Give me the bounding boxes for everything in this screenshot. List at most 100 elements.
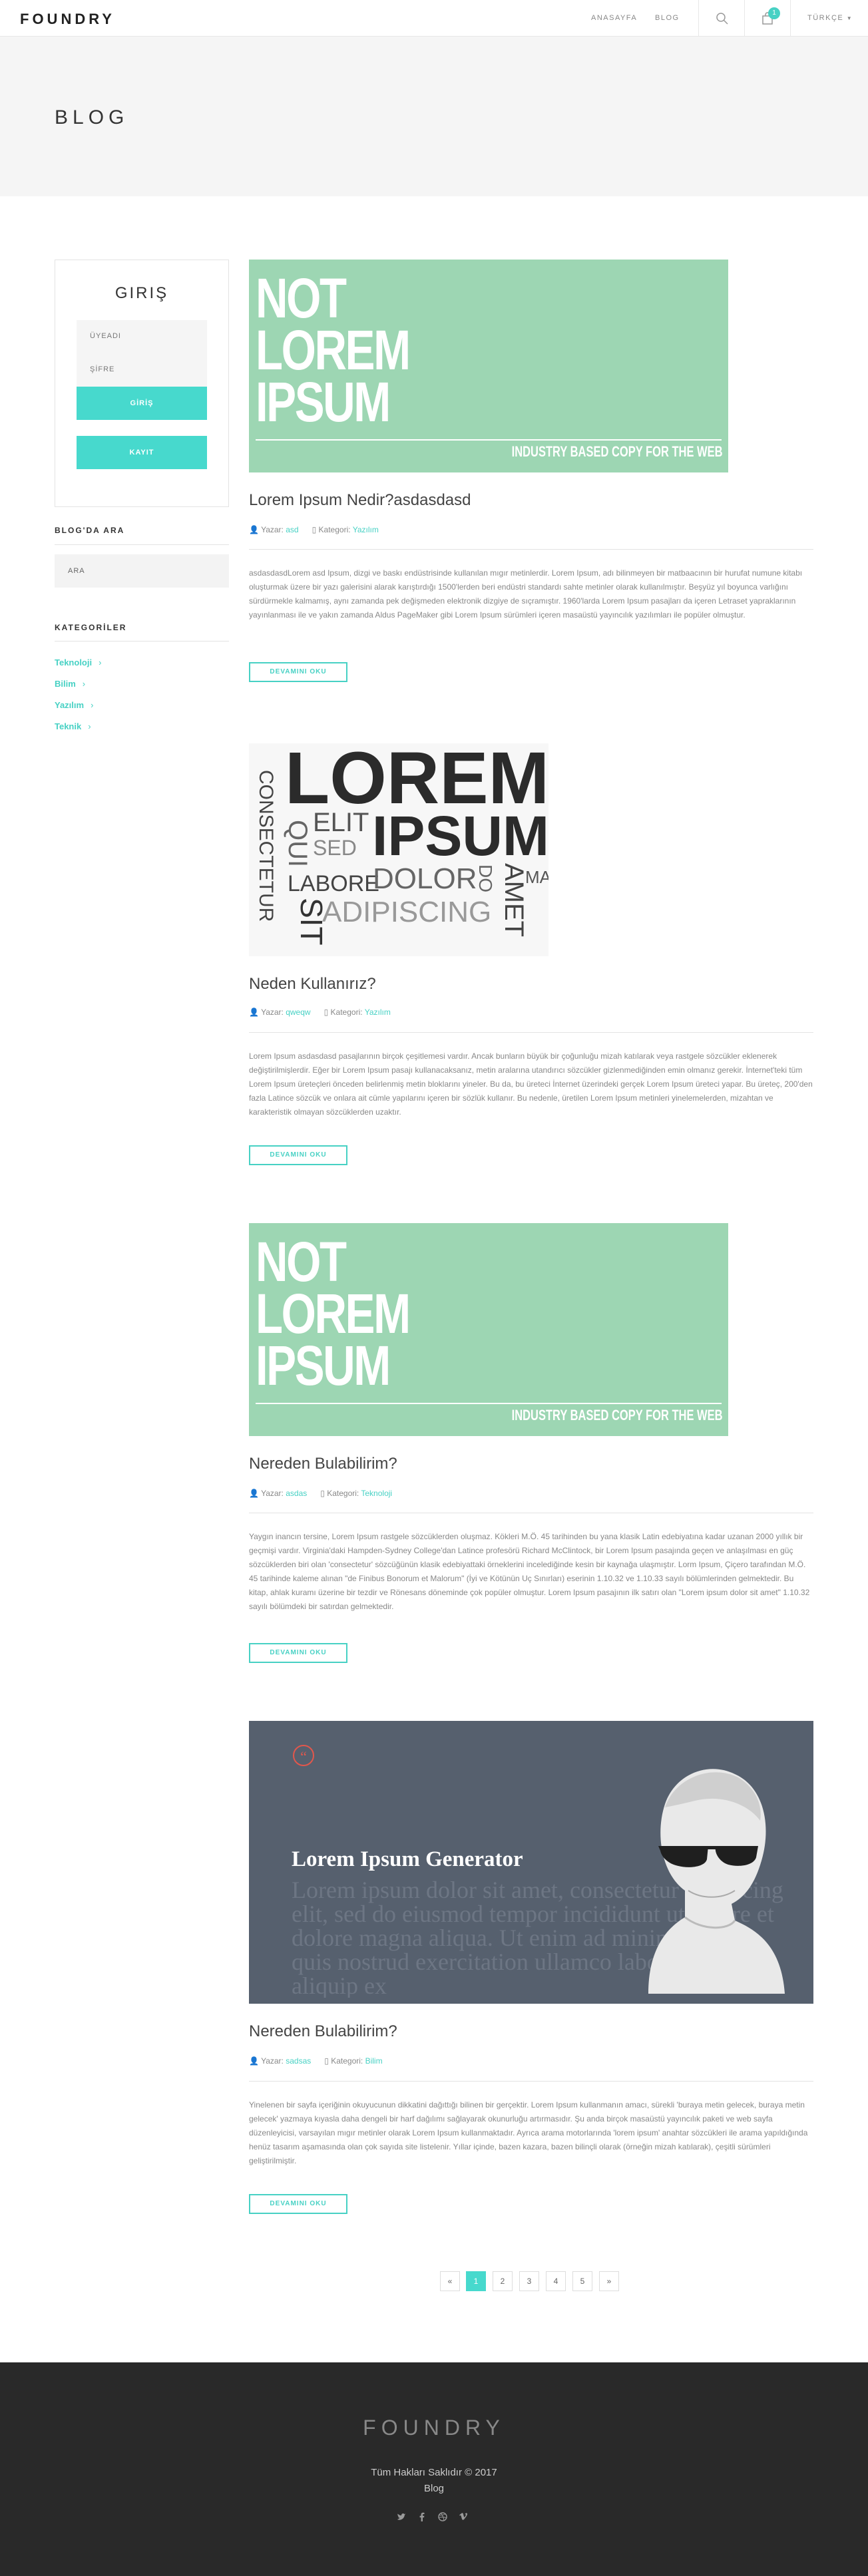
chevron-down-icon: ▼ — [846, 15, 853, 21]
post-image[interactable]: “ Lorem Ipsum Generator Lorem ipsum dolo… — [249, 1721, 813, 2004]
image-text: NOT — [256, 1230, 347, 1293]
category-link[interactable]: Teknoloji — [361, 1489, 392, 1498]
word-sed: SED — [313, 836, 357, 860]
image-tagline: INDUSTRY BASED COPY FOR THE WEB — [512, 1407, 723, 1423]
user-icon: 👤 — [249, 1489, 259, 1498]
post-excerpt: asdasdasdLorem asd Ipsum, dizgi ve baskı… — [249, 568, 803, 620]
author-link[interactable]: asdas — [286, 1489, 307, 1498]
word-adipiscing: ADIPISCING — [322, 896, 491, 928]
user-icon: 👤 — [249, 525, 259, 534]
footer-logo[interactable]: FOUNDRY — [0, 2416, 868, 2440]
user-icon: 👤 — [249, 1008, 259, 1017]
post-image[interactable]: NOT LOREM IPSUM INDUSTRY BASED COPY FOR … — [249, 1223, 728, 1436]
post-title[interactable]: Neden Kullanırız? — [249, 975, 376, 994]
pagination-page-4[interactable]: 4 — [546, 2271, 566, 2291]
register-button[interactable]: KAYIT — [77, 436, 207, 469]
read-more-button[interactable]: DEVAMINI OKU — [249, 2194, 347, 2214]
word-qui: QUI — [283, 820, 312, 867]
login-button[interactable]: GİRİŞ — [77, 387, 207, 420]
image-tagline: INDUSTRY BASED COPY FOR THE WEB — [512, 443, 723, 460]
image-text: IPSUM — [256, 371, 391, 433]
author-link[interactable]: qweqw — [286, 1008, 310, 1017]
category-link-teknoloji[interactable]: Teknoloji › — [55, 657, 101, 667]
image-rule — [256, 1403, 722, 1404]
post-excerpt: Yaygın inancın tersine, Lorem Ipsum rast… — [249, 1532, 810, 1611]
word-elit: ELIT — [313, 808, 369, 837]
word-dolor: DOLOR — [373, 862, 477, 895]
password-field[interactable]: ŞİFRE — [77, 353, 207, 387]
divider — [55, 544, 229, 545]
post-excerpt: Yinelenen bir sayfa içeriğinin okuyucunu… — [249, 2100, 808, 2165]
post-meta: 👤 Yazar: sadsas ▯ Kategori: Bilim — [249, 2056, 383, 2066]
post-meta: 👤 Yazar: asdas ▯ Kategori: Teknoloji — [249, 1489, 393, 1498]
page-title: BLOG — [55, 106, 129, 128]
read-more-button[interactable]: DEVAMINI OKU — [249, 1145, 347, 1165]
chevron-right-icon: › — [88, 721, 91, 731]
post-meta: 👤 Yazar: qweqw ▯ Kategori: Yazılım — [249, 1008, 391, 1017]
vimeo-icon[interactable] — [457, 2512, 470, 2525]
category-link[interactable]: Yazılım — [353, 525, 379, 534]
nav-link-blog[interactable]: BLOG — [655, 14, 680, 22]
login-widget: GIRIŞ ÜYEADI ŞİFRE GİRİŞ KAYIT — [55, 260, 229, 507]
read-more-button[interactable]: DEVAMINI OKU — [249, 662, 347, 682]
cart-count-badge: 1 — [768, 7, 780, 19]
nav-link-home[interactable]: ANASAYFA — [591, 14, 637, 22]
image-rule — [256, 439, 722, 441]
twitter-icon[interactable] — [395, 2512, 408, 2525]
post-meta: 👤 Yazar: asd ▯ Kategori: Yazılım — [249, 525, 379, 534]
facebook-icon[interactable] — [415, 2512, 429, 2525]
category-link-yazilim[interactable]: Yazılım › — [55, 700, 93, 710]
post-image[interactable]: NOT LOREM IPSUM INDUSTRY BASED COPY FOR … — [249, 260, 728, 472]
category-link-teknik[interactable]: Teknik › — [55, 721, 91, 731]
post-image[interactable]: LOREM IPSUM CONSECTETUR QUI ELIT SED LAB… — [249, 743, 548, 956]
word-consectetur: CONSECTETUR — [255, 770, 277, 922]
document-icon: ▯ — [324, 1008, 329, 1017]
logo[interactable]: FOUNDRY — [20, 11, 115, 28]
pagination-page-1[interactable]: 1 — [466, 2271, 486, 2291]
word-labore: LABORE — [288, 871, 379, 896]
word-do: DO — [475, 864, 496, 892]
divider — [249, 549, 813, 550]
language-label[interactable]: TÜRKÇE ▼ — [807, 14, 853, 22]
cart-button[interactable] — [744, 0, 790, 37]
image-heading: Lorem Ipsum Generator — [292, 1847, 523, 1871]
post-title[interactable]: Nereden Bulabilirim? — [249, 2022, 397, 2041]
category-link-bilim[interactable]: Bilim › — [55, 679, 85, 689]
author-link[interactable]: sadsas — [286, 2056, 311, 2066]
word-ma: MA — [525, 867, 548, 887]
image-text: IPSUM — [256, 1334, 391, 1397]
pagination-page-3[interactable]: 3 — [519, 2271, 539, 2291]
divider — [249, 1032, 813, 1033]
category-link[interactable]: Yazılım — [365, 1008, 391, 1017]
image-text: NOT — [256, 267, 347, 329]
word-sit: SIT — [294, 898, 329, 946]
pagination-page-5[interactable]: 5 — [572, 2271, 592, 2291]
post-title[interactable]: Lorem Ipsum Nedir?asdasdasd — [249, 491, 471, 510]
post-excerpt: Lorem Ipsum asdasdasd pasajlarının birço… — [249, 1051, 813, 1117]
footer: FOUNDRY Tüm Hakları Saklıdır © 2017 Blog — [0, 2362, 868, 2576]
pagination-prev[interactable]: « — [440, 2271, 460, 2291]
dribbble-icon[interactable] — [436, 2512, 449, 2525]
quote-icon: “ — [293, 1745, 314, 1766]
top-nav: FOUNDRY ANASAYFA BLOG 1 TÜRKÇE ▼ — [0, 0, 868, 37]
search-button[interactable] — [698, 0, 744, 37]
copyright-text: Tüm Hakları Saklıdır © 2017 — [371, 2467, 497, 2478]
image-text: LOREM — [256, 319, 411, 381]
username-field[interactable]: ÜYEADI — [77, 320, 207, 353]
chevron-right-icon: › — [91, 700, 94, 710]
word-ipsum: IPSUM — [372, 805, 548, 867]
pagination-next[interactable]: » — [599, 2271, 619, 2291]
search-heading: BLOG'DA ARA — [55, 526, 125, 535]
post-title[interactable]: Nereden Bulabilirim? — [249, 1455, 397, 1473]
category-link[interactable]: Bilim — [365, 2056, 383, 2066]
blog-search-input[interactable]: ARA — [55, 554, 229, 588]
pagination-page-2[interactable]: 2 — [493, 2271, 513, 2291]
chevron-right-icon: › — [82, 679, 86, 689]
read-more-button[interactable]: DEVAMINI OKU — [249, 1643, 347, 1663]
categories-heading: KATEGORİLER — [55, 623, 127, 632]
document-icon: ▯ — [324, 2056, 329, 2066]
word-cloud-image: LOREM IPSUM CONSECTETUR QUI ELIT SED LAB… — [249, 743, 548, 956]
author-link[interactable]: asd — [286, 525, 298, 534]
document-icon: ▯ — [320, 1489, 325, 1498]
footer-blog-link[interactable]: Blog — [0, 2483, 868, 2494]
